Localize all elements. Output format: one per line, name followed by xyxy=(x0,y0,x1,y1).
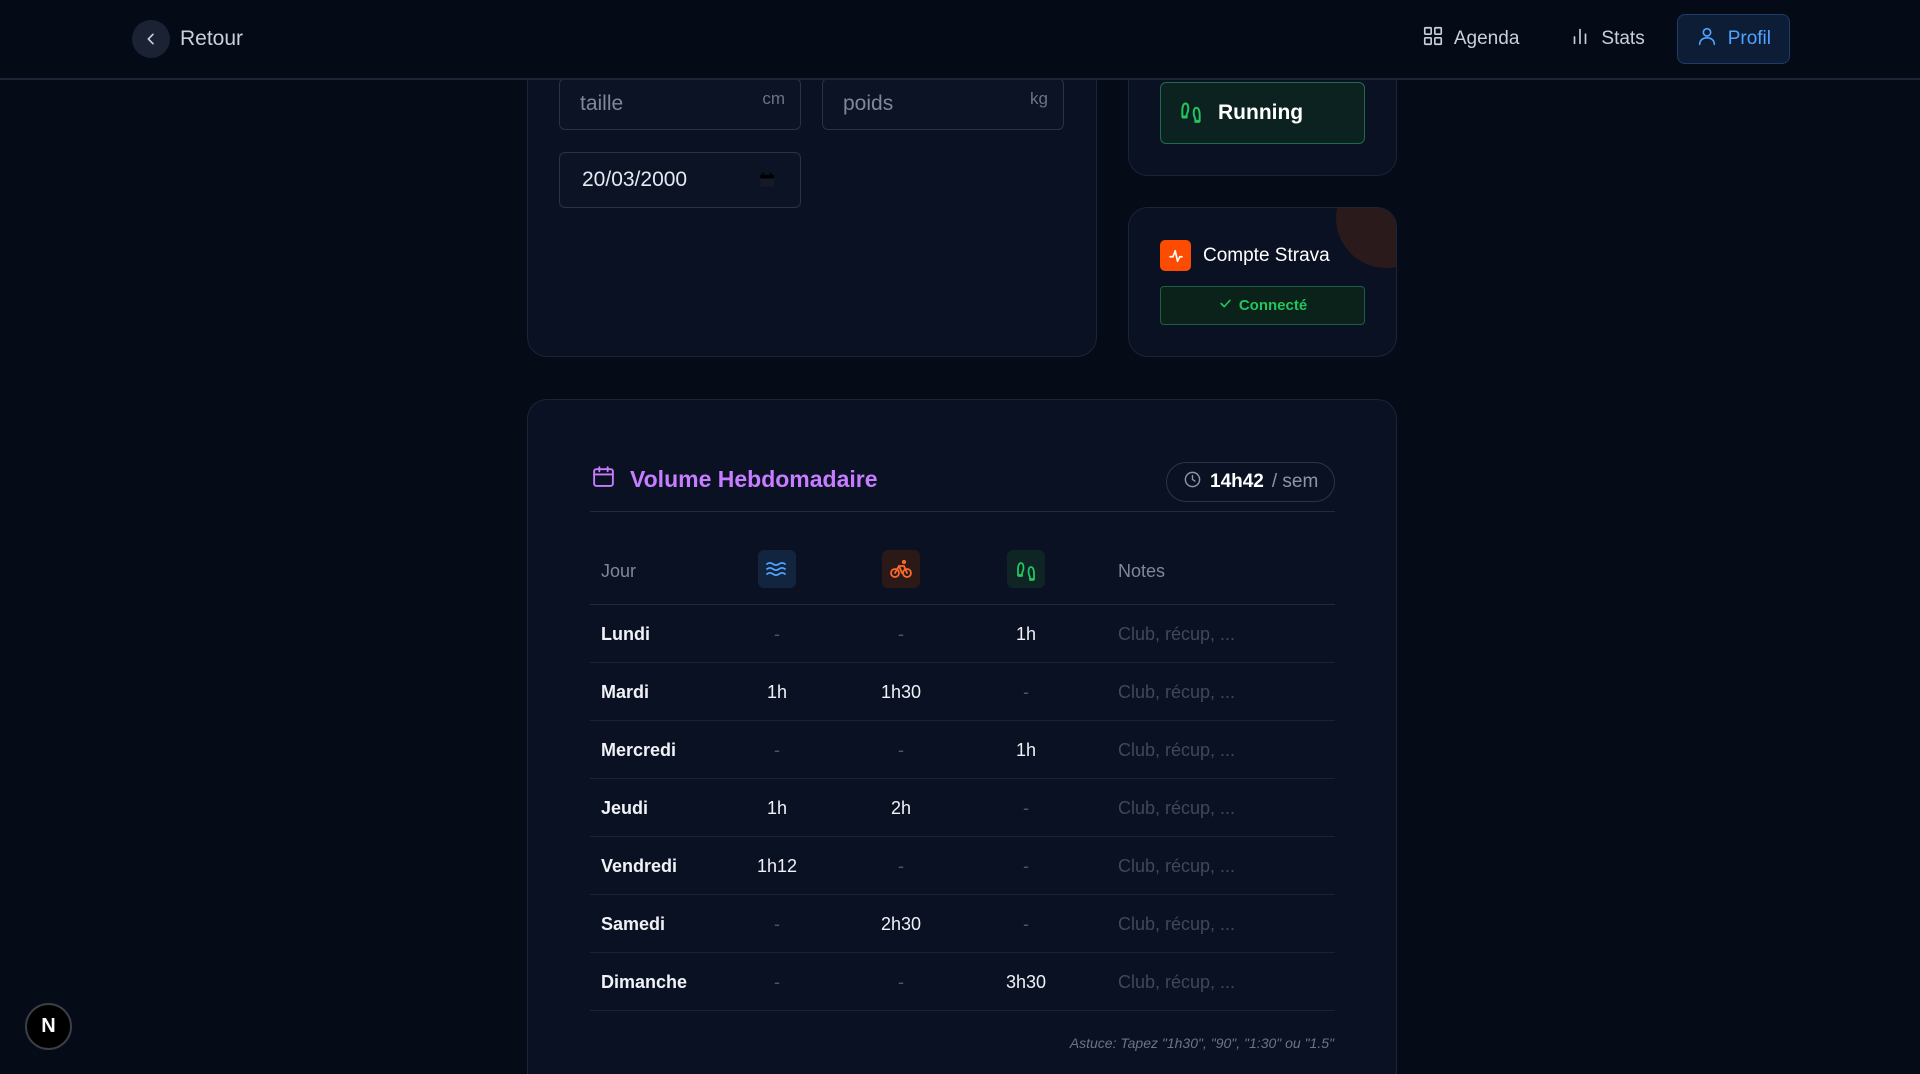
bar-chart-icon xyxy=(1569,25,1591,53)
table-row: Vendredi 1h12 - - Club, récup, ... xyxy=(590,837,1335,895)
column-notes: Notes xyxy=(1118,561,1166,581)
cell-bike[interactable]: 1h30 xyxy=(861,682,941,703)
strava-title: Compte Strava xyxy=(1203,244,1330,266)
cell-swim[interactable]: - xyxy=(737,972,817,993)
table-row: Lundi - - 1h Club, récup, ... xyxy=(590,605,1335,663)
cell-swim[interactable]: 1h xyxy=(737,682,817,703)
weekly-total-value: 14h42 xyxy=(1210,471,1264,492)
nav-stats[interactable]: Stats xyxy=(1551,14,1662,64)
calendar-icon xyxy=(591,464,616,495)
strava-card xyxy=(1128,207,1397,357)
strava-status-label: Connecté xyxy=(1238,297,1308,314)
clock-icon xyxy=(1183,470,1202,495)
table-row: Samedi - 2h30 - Club, récup, ... xyxy=(590,895,1335,953)
row-day: Mardi xyxy=(601,682,650,702)
strava-status-badge[interactable]: Connecté xyxy=(1160,286,1365,325)
poids-placeholder: poids xyxy=(843,92,894,115)
next-dev-badge[interactable]: N xyxy=(25,1003,72,1050)
cell-run[interactable]: - xyxy=(986,798,1066,819)
notes-input[interactable]: Club, récup, ... xyxy=(1118,972,1235,993)
notes-input[interactable]: Club, récup, ... xyxy=(1118,914,1235,935)
strava-header: Compte Strava xyxy=(1160,240,1330,271)
weekly-total-unit: / sem xyxy=(1271,471,1319,492)
strava-decoration xyxy=(1336,208,1396,268)
volume-header: Volume Hebdomadaire xyxy=(591,464,878,495)
cell-swim[interactable]: - xyxy=(737,624,817,645)
cell-swim[interactable]: - xyxy=(737,914,817,935)
nav-agenda[interactable]: Agenda xyxy=(1404,14,1538,64)
table-row: Dimanche - - 3h30 Club, récup, ... xyxy=(590,953,1335,1011)
birthdate-input[interactable]: 20/03/2000 xyxy=(559,152,801,208)
back-label: Retour xyxy=(180,27,244,50)
notes-input[interactable]: Club, récup, ... xyxy=(1118,624,1235,645)
cell-run[interactable]: 1h xyxy=(986,624,1066,645)
volume-title: Volume Hebdomadaire xyxy=(630,466,878,492)
cell-swim[interactable]: 1h xyxy=(737,798,817,819)
waves-icon xyxy=(758,550,796,588)
cell-bike[interactable]: - xyxy=(861,740,941,761)
birthdate-value: 20/03/2000 xyxy=(582,168,688,191)
row-day: Samedi xyxy=(601,914,666,934)
nav-profil[interactable]: Profil xyxy=(1676,14,1790,64)
bike-icon xyxy=(882,550,920,588)
calendar-icon[interactable] xyxy=(758,171,776,189)
notes-input[interactable]: Club, récup, ... xyxy=(1118,798,1235,819)
row-day: Vendredi xyxy=(601,856,678,876)
input-tip: Astuce: Tapez "1h30", "90", "1:30" ou "1… xyxy=(1069,1035,1334,1051)
user-icon xyxy=(1696,25,1718,53)
poids-input[interactable]: poids kg xyxy=(822,78,1064,130)
cell-run[interactable]: - xyxy=(986,914,1066,935)
row-day: Jeudi xyxy=(601,798,649,818)
cell-swim[interactable]: 1h12 xyxy=(737,856,817,877)
poids-unit: kg xyxy=(1030,89,1048,108)
cell-bike[interactable]: 2h30 xyxy=(861,914,941,935)
cell-run[interactable]: - xyxy=(986,682,1066,703)
nav-links: Agenda Stats Profil xyxy=(1404,14,1790,64)
strava-icon xyxy=(1160,240,1191,271)
grid-icon xyxy=(1422,25,1444,53)
notes-input[interactable]: Club, récup, ... xyxy=(1118,682,1235,703)
row-day: Mercredi xyxy=(601,740,677,760)
notes-input[interactable]: Club, récup, ... xyxy=(1118,856,1235,877)
page: Retour Agenda Stats Profil taille cm poi… xyxy=(0,0,1920,1074)
volume-divider xyxy=(590,511,1335,512)
chevron-left-icon xyxy=(132,20,170,58)
nav-profil-label: Profil xyxy=(1727,28,1771,49)
cell-bike[interactable]: - xyxy=(861,856,941,877)
cell-bike[interactable]: - xyxy=(861,972,941,993)
cell-bike[interactable]: 2h xyxy=(861,798,941,819)
table-row: Jeudi 1h 2h - Club, récup, ... xyxy=(590,779,1335,837)
nav-stats-label: Stats xyxy=(1601,28,1645,49)
cell-bike[interactable]: - xyxy=(861,624,941,645)
row-day: Lundi xyxy=(601,624,650,644)
sport-label: Running xyxy=(1218,101,1304,124)
table-row: Mardi 1h 1h30 - Club, récup, ... xyxy=(590,663,1335,721)
column-jour: Jour xyxy=(601,561,637,581)
row-day: Dimanche xyxy=(601,972,688,992)
cell-run[interactable]: 3h30 xyxy=(986,972,1066,993)
footprints-icon xyxy=(1178,97,1204,129)
taille-input[interactable]: taille cm xyxy=(559,78,801,130)
cell-swim[interactable]: - xyxy=(737,740,817,761)
footprints-icon xyxy=(1007,550,1045,588)
sport-running-button[interactable]: Running xyxy=(1160,82,1365,144)
cell-run[interactable]: 1h xyxy=(986,740,1066,761)
nav-agenda-label: Agenda xyxy=(1453,28,1520,49)
table-header: Jour Notes xyxy=(590,545,1335,605)
taille-placeholder: taille xyxy=(580,92,624,115)
table-row: Mercredi - - 1h Club, récup, ... xyxy=(590,721,1335,779)
weekly-total-badge: 14h42 / sem xyxy=(1166,462,1336,502)
top-nav: Retour Agenda Stats Profil xyxy=(0,0,1920,80)
cell-run[interactable]: - xyxy=(986,856,1066,877)
back-button[interactable]: Retour xyxy=(132,20,243,58)
notes-input[interactable]: Club, récup, ... xyxy=(1118,740,1235,761)
taille-unit: cm xyxy=(762,89,785,108)
check-icon xyxy=(1218,296,1233,315)
